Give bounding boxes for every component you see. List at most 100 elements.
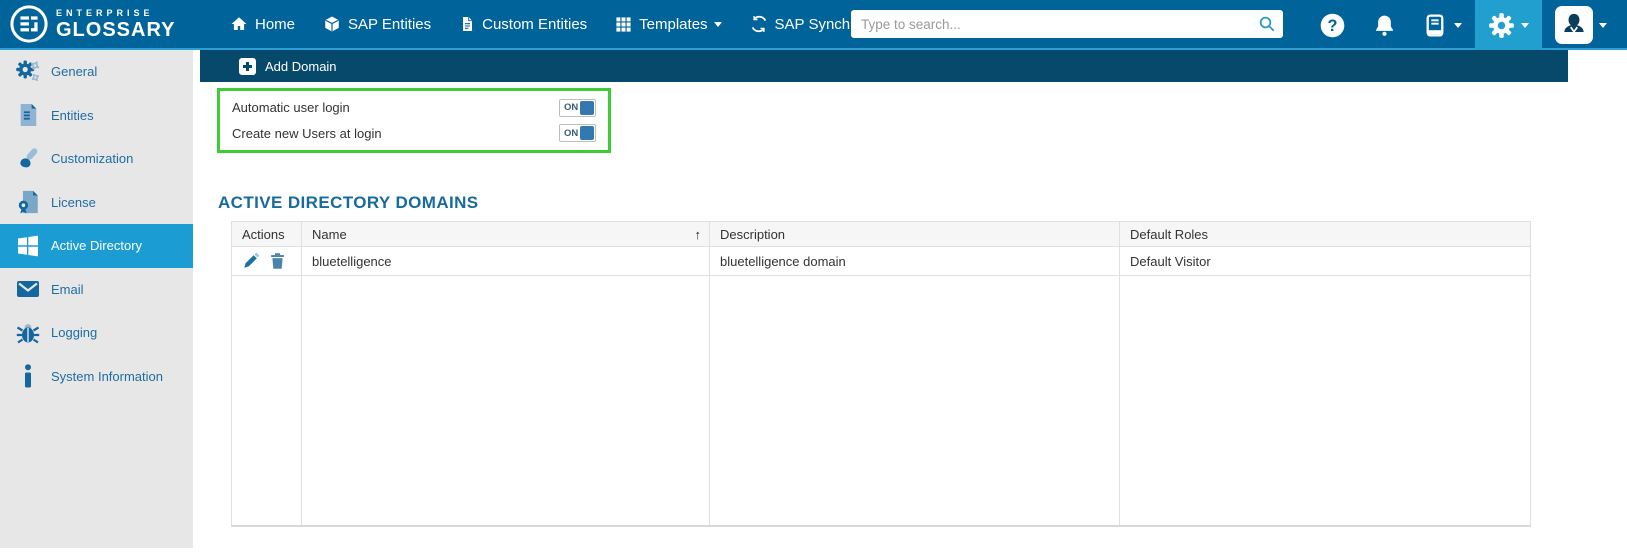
file-icon	[463, 17, 473, 31]
automatic-user-login-toggle[interactable]: ON	[559, 98, 596, 117]
sidebar-item-license[interactable]: License	[0, 181, 193, 225]
create-users-at-login-row: Create new Users at login ON	[232, 124, 596, 143]
navbar-icon-buttons: ?	[1306, 0, 1620, 50]
add-domain-label: Add Domain	[265, 58, 337, 74]
nav-item-templates[interactable]: Templates	[615, 15, 722, 33]
brand-line2: GLOSSARY	[56, 18, 176, 41]
user-menu-button[interactable]	[1542, 0, 1620, 50]
edit-icon[interactable]	[242, 252, 260, 270]
nav-item-home[interactable]: Home	[230, 15, 295, 33]
sort-ascending-icon: ↑	[694, 226, 702, 242]
journal-icon	[1426, 13, 1444, 37]
sidebar-item-label: Active Directory	[51, 238, 143, 254]
column-header-description[interactable]: Description	[709, 221, 1120, 247]
grid-icon	[616, 16, 631, 32]
domain-description-cell: bluetelligence domain	[709, 246, 1120, 276]
delete-icon[interactable]	[269, 252, 286, 270]
envelope-icon	[15, 279, 41, 299]
plus-icon	[239, 57, 256, 75]
add-domain-button[interactable]: Add Domain	[230, 57, 337, 75]
home-icon	[231, 17, 247, 30]
sidebar-item-entities[interactable]: Entities	[0, 94, 193, 138]
sidebar-item-label: Customization	[51, 151, 134, 167]
eg-logo-icon	[10, 5, 48, 43]
automatic-user-login-row: Automatic user login ON	[232, 98, 596, 117]
journal-button[interactable]	[1410, 0, 1475, 50]
sidebar-item-system-information[interactable]: System Information	[0, 355, 193, 399]
create-users-at-login-toggle[interactable]: ON	[559, 124, 596, 143]
notifications-button[interactable]	[1359, 0, 1410, 50]
nav-item-label: Home	[255, 15, 296, 33]
help-button[interactable]: ?	[1306, 0, 1359, 50]
svg-text:?: ?	[1328, 17, 1338, 35]
nav-item-custom-entities[interactable]: Custom Entities	[459, 15, 587, 33]
column-header-label: Name	[312, 226, 347, 242]
toggle-label: Create new Users at login	[232, 125, 382, 141]
document-icon	[15, 103, 41, 127]
table-header-row: Actions ↑ Name Description Default Roles	[231, 221, 1531, 247]
bell-icon	[1376, 15, 1393, 36]
domain-default-roles-cell: Default Visitor	[1119, 246, 1531, 276]
sidebar-item-active-directory[interactable]: Active Directory	[0, 224, 193, 268]
table-row: bluetelligence bluetelligence domain Def…	[231, 246, 1531, 276]
brand-logo-block[interactable]: ENTERPRISE GLOSSARY	[0, 5, 196, 43]
sidebar-item-logging[interactable]: Logging	[0, 311, 193, 355]
chevron-down-icon	[713, 21, 722, 27]
sync-icon	[751, 15, 766, 33]
sidebar-item-email[interactable]: Email	[0, 268, 193, 312]
toggle-state-label: ON	[564, 102, 579, 114]
column-header-actions[interactable]: Actions	[231, 221, 302, 247]
toggle-knob	[580, 100, 594, 115]
sidebar-item-customization[interactable]: Customization	[0, 137, 193, 181]
gears-icon	[15, 59, 41, 85]
column-header-label: Default Roles	[1130, 226, 1209, 242]
app-window: ENTERPRISE GLOSSARY Home SAP Entities Cu…	[0, 0, 1627, 553]
sidebar-item-label: License	[51, 194, 96, 210]
nav-item-sap-entities[interactable]: SAP Entities	[323, 15, 431, 33]
chevron-down-icon	[1521, 22, 1529, 28]
nav-item-label: Custom Entities	[482, 15, 588, 33]
domains-table: Actions ↑ Name Description Default Roles …	[231, 221, 1531, 527]
sidebar-item-label: System Information	[51, 368, 163, 384]
column-header-label: Description	[720, 226, 786, 242]
global-search	[851, 10, 1283, 38]
nav-item-label: SAP Entities	[348, 15, 432, 33]
main-navigation: Home SAP Entities Custom Entities Templa…	[230, 15, 957, 33]
actions-cell	[231, 246, 302, 276]
license-icon	[15, 190, 41, 214]
page-title: ACTIVE DIRECTORY DOMAINS	[218, 193, 479, 212]
toggle-label: Automatic user login	[232, 100, 350, 116]
bug-icon	[15, 321, 41, 345]
toggle-knob	[580, 126, 594, 141]
sidebar-item-label: Entities	[51, 107, 94, 123]
chevron-down-icon	[1599, 22, 1607, 28]
nav-item-label: Templates	[639, 15, 708, 33]
avatar	[1555, 6, 1593, 44]
empty-table-area	[231, 275, 1531, 527]
settings-button[interactable]	[1475, 0, 1542, 50]
brand-text: ENTERPRISE GLOSSARY	[56, 7, 176, 41]
brand-line1: ENTERPRISE	[56, 7, 154, 18]
info-icon	[15, 364, 41, 388]
search-input[interactable]	[851, 10, 1283, 38]
cube-icon	[325, 16, 339, 32]
login-settings-highlight-box: Automatic user login ON Create new Users…	[217, 88, 611, 153]
column-header-name[interactable]: ↑ Name	[301, 221, 710, 247]
column-header-default-roles[interactable]: Default Roles	[1119, 221, 1531, 247]
toggle-state-label: ON	[564, 127, 579, 139]
domain-name-cell: bluetelligence	[301, 246, 710, 276]
user-icon	[1564, 13, 1584, 34]
settings-sidebar: General Entities Customization License A…	[0, 50, 193, 548]
sidebar-item-label: Logging	[51, 325, 98, 341]
sidebar-item-general[interactable]: General	[0, 50, 193, 94]
domain-toolbar: Add Domain	[200, 50, 1568, 82]
help-icon: ?	[1320, 13, 1345, 37]
sidebar-item-label: Email	[51, 281, 84, 297]
windows-icon	[15, 234, 41, 258]
chevron-down-icon	[1454, 22, 1462, 28]
gear-icon	[1489, 12, 1514, 38]
column-header-label: Actions	[242, 226, 285, 242]
sidebar-item-label: General	[51, 64, 98, 80]
paintbrush-icon	[15, 147, 41, 171]
search-icon[interactable]	[1258, 15, 1276, 33]
